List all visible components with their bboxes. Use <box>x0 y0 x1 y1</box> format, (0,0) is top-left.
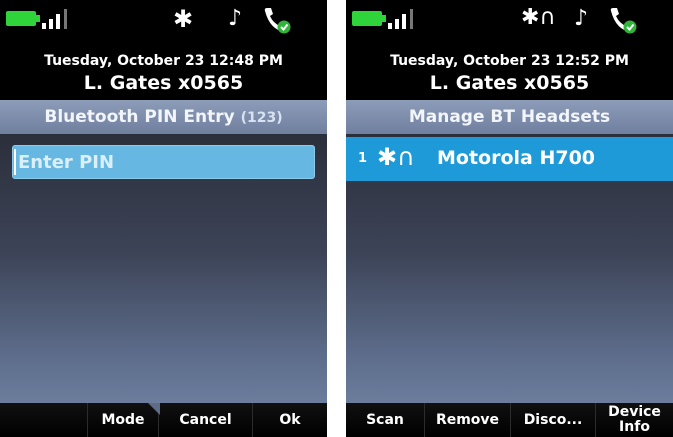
content-area <box>0 134 327 403</box>
discover-softkey[interactable]: Disco... <box>511 403 596 437</box>
text-caret <box>14 149 16 175</box>
music-note-icon: ♪ <box>228 6 243 31</box>
user-extension: L. Gates x0565 <box>429 72 590 94</box>
user-extension: L. Gates x0565 <box>83 72 244 94</box>
scan-softkey[interactable]: Scan <box>346 403 425 437</box>
device-info-softkey[interactable]: Device Info <box>596 403 673 437</box>
signal-strength-icon <box>42 9 74 29</box>
screen-title: Manage BT Headsets <box>408 107 611 127</box>
list-item-index: 1 <box>358 151 368 166</box>
input-mode-indicator: (123) <box>240 110 283 126</box>
headset-list-item[interactable]: 1 ✱∩ Motorola H700 <box>346 137 673 181</box>
signal-strength-icon <box>388 9 420 29</box>
softkey-empty <box>0 403 88 437</box>
status-bar: ✱∩ ♪ <box>346 0 673 38</box>
softkey-label-line2: Info <box>619 419 650 435</box>
header: Tuesday, October 23 12:52 PM L. Gates x0… <box>346 38 673 100</box>
screen-title: Bluetooth PIN Entry <box>44 107 235 127</box>
headset-name: Motorola H700 <box>437 147 596 169</box>
status-bar: ✱ ♪ <box>0 0 327 38</box>
manage-bt-headsets-screen: ✱∩ ♪ Tuesday, October 23 12:52 PM L. Gat… <box>346 0 673 437</box>
phone-icon <box>610 8 637 34</box>
date-time: Tuesday, October 23 12:52 PM <box>390 53 629 69</box>
date-time: Tuesday, October 23 12:48 PM <box>44 53 283 69</box>
music-note-icon: ♪ <box>574 6 589 31</box>
bluetooth-headset-icon: ✱∩ <box>377 143 415 171</box>
content-area: 1 ✱∩ Motorola H700 <box>346 134 673 403</box>
softkey-label-line1: Device <box>608 404 661 420</box>
pin-input[interactable] <box>12 145 315 179</box>
battery-icon <box>6 11 40 26</box>
screen-title-bar: Manage BT Headsets <box>346 100 673 134</box>
phone-icon <box>264 8 291 34</box>
screen-title-bar: Bluetooth PIN Entry (123) <box>0 100 327 134</box>
header: Tuesday, October 23 12:48 PM L. Gates x0… <box>0 38 327 100</box>
ok-softkey[interactable]: Ok <box>253 403 327 437</box>
softkey-bar: Scan Remove Disco... Device Info <box>346 403 673 437</box>
mode-menu-indicator <box>148 403 160 415</box>
bluetooth-icon: ✱ <box>173 5 194 33</box>
bluetooth-pin-entry-screen: ✱ ♪ Tuesday, October 23 12:48 PM L. Gate… <box>0 0 327 437</box>
cancel-softkey[interactable]: Cancel <box>159 403 253 437</box>
remove-softkey[interactable]: Remove <box>425 403 511 437</box>
battery-icon <box>352 11 386 26</box>
bluetooth-headset-icon: ✱∩ <box>521 5 556 30</box>
softkey-bar: Mode Cancel Ok <box>0 403 327 437</box>
